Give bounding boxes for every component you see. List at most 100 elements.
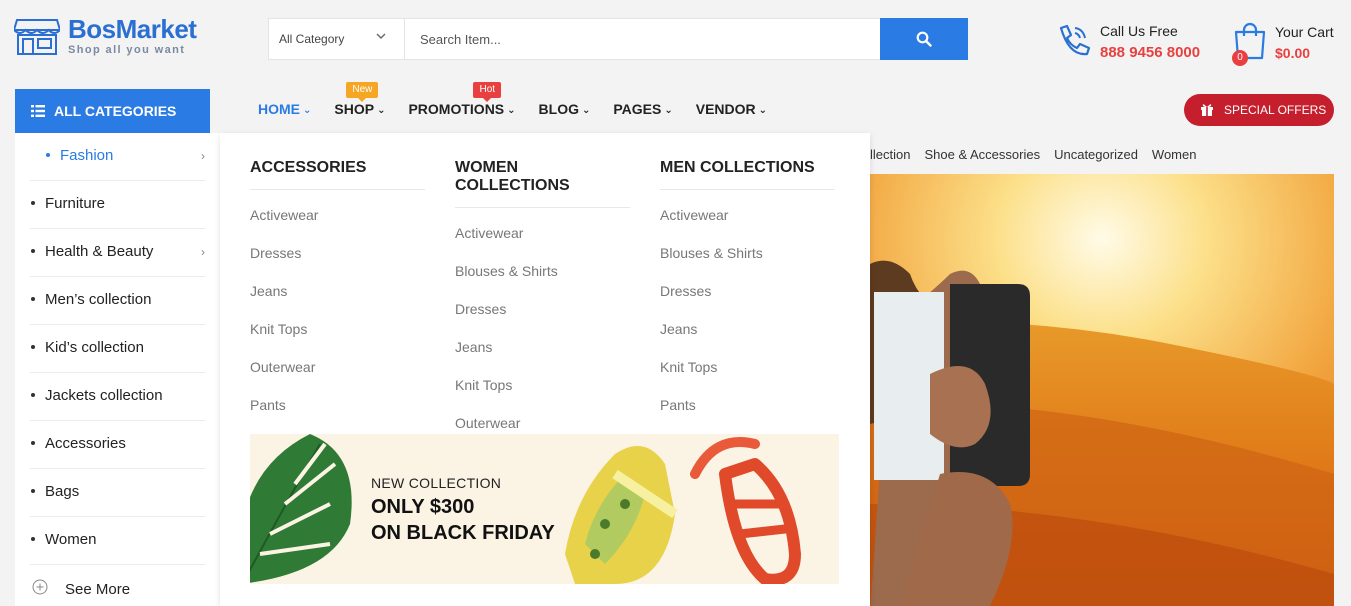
chevron-down-icon: ⌄ — [303, 105, 312, 116]
megamenu-column-women: WOMEN COLLECTIONS Activewear Blouses & S… — [455, 159, 630, 431]
megamenu-link[interactable]: Outerwear — [250, 359, 425, 375]
megamenu-link[interactable]: Jeans — [660, 321, 835, 337]
sidebar-item-label: Furniture — [45, 195, 106, 212]
call-us[interactable]: Call Us Free 888 9456 8000 — [1053, 22, 1223, 62]
plus-circle-icon — [32, 579, 48, 595]
megamenu-link[interactable]: Dresses — [455, 301, 630, 317]
nav-home-label: HOME — [258, 101, 300, 117]
store-icon — [14, 19, 60, 55]
megamenu-link[interactable]: Jeans — [455, 339, 630, 355]
cart-button[interactable]: 0 Your Cart $0.00 — [1232, 20, 1342, 66]
category-link[interactable]: Women — [1152, 147, 1197, 162]
megamenu-link[interactable]: Outerwear — [455, 415, 630, 431]
megamenu-link[interactable]: Knit Tops — [250, 321, 425, 337]
list-icon — [31, 105, 45, 117]
all-categories-label: ALL CATEGORIES — [54, 103, 177, 119]
megamenu-link[interactable]: Blouses & Shirts — [455, 263, 630, 279]
megamenu-column-title: WOMEN COLLECTIONS — [455, 159, 630, 208]
megamenu-link[interactable]: Pants — [660, 397, 835, 413]
sidebar-item-label: Women — [45, 531, 97, 548]
bullet — [31, 297, 35, 301]
hero-photo — [870, 174, 1334, 606]
hot-badge: Hot — [473, 82, 502, 102]
cart-count-badge: 0 — [1232, 50, 1248, 66]
cart-amount: $0.00 — [1275, 45, 1311, 61]
category-link[interactable]: Uncategorized — [1054, 147, 1138, 162]
search-icon — [916, 31, 932, 47]
megamenu-column-title: MEN COLLECTIONS — [660, 159, 835, 190]
sidebar-item-fashion[interactable]: Fashion › — [30, 133, 205, 181]
nav-vendor[interactable]: VENDOR ⌄ — [696, 101, 767, 121]
sidebar-item-furniture[interactable]: Furniture — [30, 181, 205, 229]
megamenu-link[interactable]: Activewear — [660, 207, 835, 223]
nav-blog-label: BLOG — [538, 101, 579, 117]
sidebar-item-kids-collection[interactable]: Kid’s collection — [30, 325, 205, 373]
site-logo[interactable]: BosMarket Shop all you want — [14, 14, 214, 58]
see-more-label: See More — [65, 581, 131, 598]
new-badge: New — [346, 82, 379, 102]
special-offers-label: SPECIAL OFFERS — [1224, 103, 1327, 117]
category-select[interactable]: All Category — [269, 19, 405, 59]
mega-menu-fashion: ACCESSORIES Activewear Dresses Jeans Kni… — [220, 133, 870, 606]
megamenu-link[interactable]: Knit Tops — [455, 377, 630, 393]
chevron-right-icon: › — [201, 245, 205, 259]
brand-name: BosMarket — [68, 14, 197, 44]
sidebar-item-label: Fashion — [60, 147, 114, 164]
megamenu-link[interactable]: Blouses & Shirts — [660, 245, 835, 261]
megamenu-link[interactable]: Activewear — [250, 207, 425, 223]
category-sidebar: Fashion › Furniture Health & Beauty › Men’… — [15, 133, 220, 606]
sidebar-item-health-beauty[interactable]: Health & Beauty › — [30, 229, 205, 277]
nav-promotions[interactable]: Hot PROMOTIONS ⌄ — [408, 82, 516, 121]
category-link[interactable]: llection — [870, 147, 910, 162]
megamenu-link[interactable]: Activewear — [455, 225, 630, 241]
sidebar-item-jackets-collection[interactable]: Jackets collection — [30, 373, 205, 421]
sidebar-item-label: Jackets collection — [45, 387, 163, 404]
search-input[interactable] — [406, 19, 880, 59]
sidebar-item-accessories[interactable]: Accessories — [30, 421, 205, 469]
category-strip: llection Shoe & Accessories Uncategorize… — [870, 147, 1210, 162]
sandals-illustration — [565, 437, 801, 584]
sidebar-item-mens-collection[interactable]: Men’s collection — [30, 277, 205, 325]
bullet — [31, 201, 35, 205]
banner-subtitle: NEW COLLECTION — [371, 475, 502, 491]
bullet — [46, 153, 50, 157]
nav-pages[interactable]: PAGES ⌄ — [613, 101, 672, 121]
sidebar-item-label: Kid’s collection — [45, 339, 144, 356]
chevron-down-icon: ⌄ — [581, 105, 591, 116]
see-more-button[interactable]: See More — [30, 575, 205, 605]
main-nav: HOME ⌄ New SHOP ⌄ Hot PROMOTIONS ⌄ BLOG ⌄ PAGE… — [258, 82, 790, 121]
nav-home[interactable]: HOME ⌄ — [258, 101, 311, 121]
megamenu-column-title: ACCESSORIES — [250, 159, 425, 190]
category-link[interactable]: Shoe & Accessories — [924, 147, 1040, 162]
nav-promotions-label: PROMOTIONS — [408, 101, 505, 117]
bullet — [31, 345, 35, 349]
megamenu-column-men: MEN COLLECTIONS Activewear Blouses & Shi… — [660, 159, 835, 413]
banner-headline: ON BLACK FRIDAY — [371, 522, 555, 544]
cart-label: Your Cart — [1275, 24, 1334, 40]
megamenu-link[interactable]: Knit Tops — [660, 359, 835, 375]
sidebar-item-label: Bags — [45, 483, 80, 500]
sidebar-item-bags[interactable]: Bags — [30, 469, 205, 517]
chevron-down-icon — [376, 33, 386, 39]
gift-icon — [1201, 104, 1213, 116]
all-categories-button[interactable]: ALL CATEGORIES — [15, 89, 210, 133]
nav-vendor-label: VENDOR — [695, 101, 756, 117]
bullet — [31, 393, 35, 397]
nav-shop[interactable]: New SHOP ⌄ — [334, 82, 386, 121]
nav-blog[interactable]: BLOG ⌄ — [539, 101, 591, 121]
hero-image — [870, 174, 1334, 606]
chevron-right-icon: › — [201, 149, 205, 163]
sidebar-item-label: Men’s collection — [45, 291, 152, 308]
megamenu-link[interactable]: Dresses — [660, 283, 835, 299]
call-number[interactable]: 888 9456 8000 — [1100, 44, 1200, 61]
promo-banner[interactable]: NEW COLLECTION ONLY $300 ON BLACK FRIDAY — [250, 434, 839, 584]
sidebar-item-women[interactable]: Women — [30, 517, 205, 565]
megamenu-link[interactable]: Pants — [250, 397, 425, 413]
megamenu-link[interactable]: Jeans — [250, 283, 425, 299]
search-bar: All Category — [268, 18, 968, 60]
special-offers-button[interactable]: SPECIAL OFFERS — [1184, 94, 1334, 126]
megamenu-link[interactable]: Dresses — [250, 245, 425, 261]
chevron-down-icon: ⌄ — [758, 105, 768, 116]
search-button[interactable] — [880, 18, 968, 60]
chevron-down-icon: ⌄ — [377, 105, 386, 116]
